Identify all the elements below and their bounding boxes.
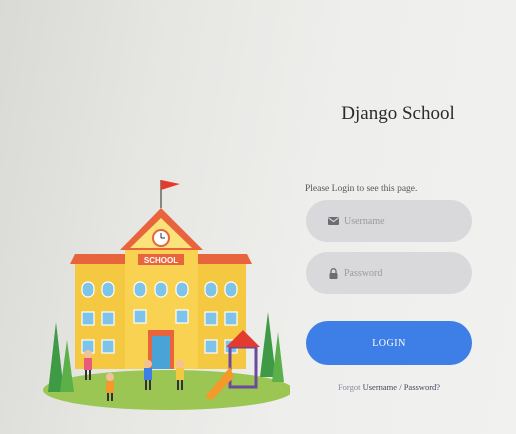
login-button[interactable]: LOGIN (306, 321, 472, 365)
forgot-prefix: Forgot (337, 382, 361, 392)
username-field[interactable] (306, 200, 472, 242)
tree (60, 340, 74, 392)
envelope-icon (325, 217, 341, 225)
school-sign-text: SCHOOL (144, 256, 178, 265)
forgot-credentials: Forgot Username / Password? (306, 382, 472, 392)
roof-left (70, 254, 130, 264)
password-field[interactable] (306, 252, 472, 294)
school-illustration: SCHOOL (43, 180, 290, 410)
flag (161, 180, 180, 190)
password-input[interactable] (344, 267, 454, 279)
lock-icon (325, 267, 341, 279)
username-input[interactable] (344, 215, 454, 227)
login-prompt: Please Login to see this page. (305, 184, 418, 194)
tree (272, 332, 284, 382)
roof-right (193, 254, 252, 264)
tree (260, 312, 276, 377)
forgot-separator: / (399, 382, 402, 392)
app-title: Django School (341, 103, 455, 124)
forgot-password-link[interactable]: Password? (404, 382, 440, 392)
school-door (152, 336, 170, 369)
grass-ground (43, 370, 290, 410)
forgot-username-link[interactable]: Username (363, 382, 397, 392)
